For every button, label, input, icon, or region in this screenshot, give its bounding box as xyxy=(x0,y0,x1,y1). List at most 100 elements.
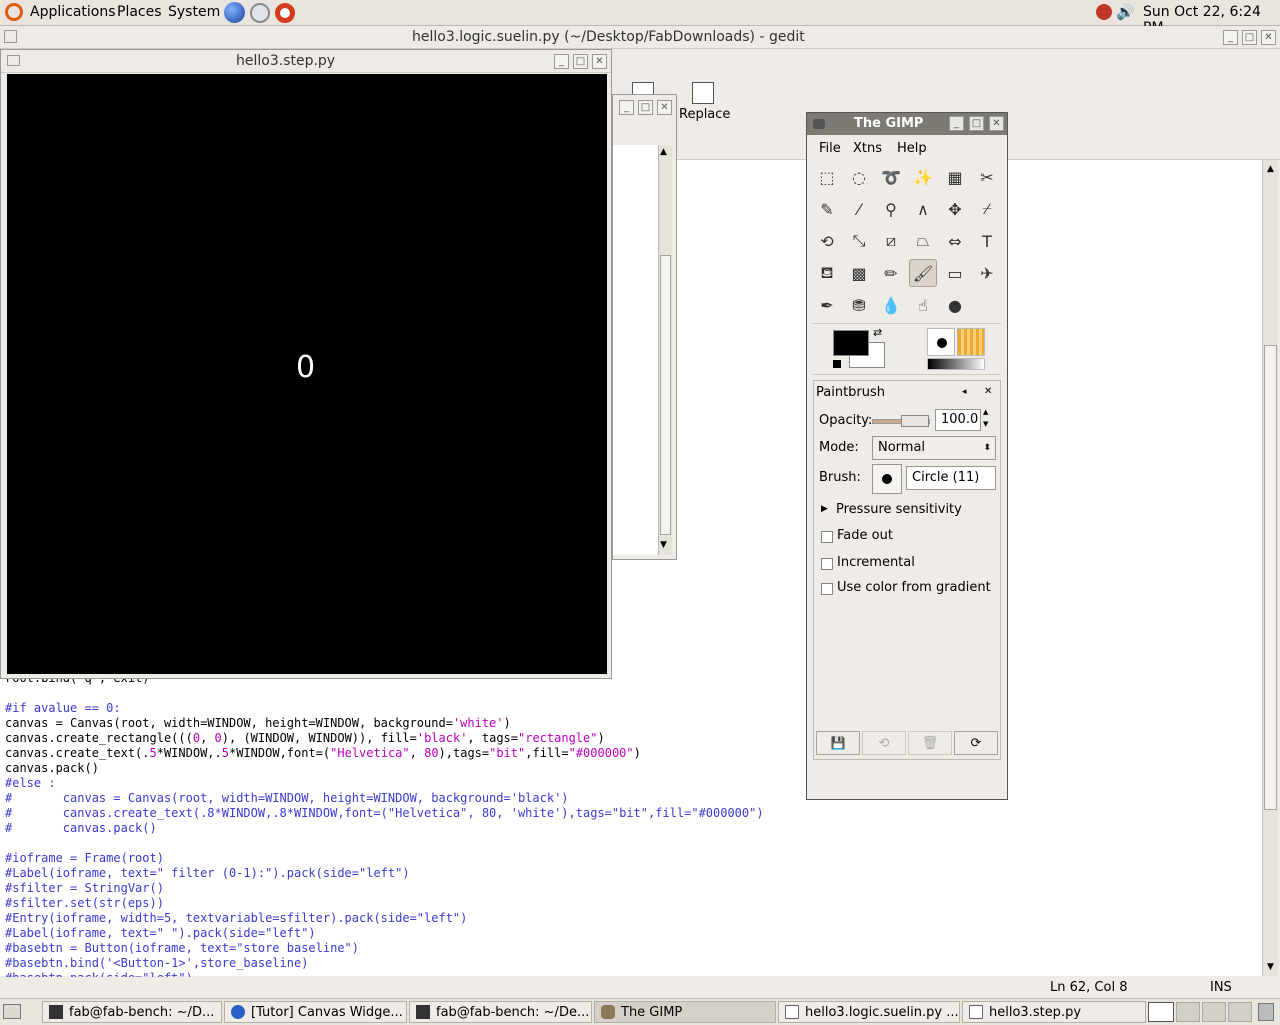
gimp-menu-xtns[interactable]: Xtns xyxy=(853,141,882,156)
step-close-button[interactable]: ✕ xyxy=(592,54,607,69)
trash-icon[interactable] xyxy=(1258,1003,1274,1021)
scroll-down-arrow-icon[interactable]: ▼ xyxy=(1264,960,1277,973)
scissors-tool-icon[interactable]: ✂ xyxy=(973,163,1001,191)
panel-menu-icon[interactable]: ◂ xyxy=(962,387,967,397)
taskbar-button[interactable]: The GIMP xyxy=(594,1001,776,1023)
gedit-close-button[interactable]: ✕ xyxy=(1261,30,1276,45)
panel-close-icon[interactable]: ✕ xyxy=(984,386,992,397)
taskbar-button[interactable]: [Tutor] Canvas Widge... xyxy=(224,1001,407,1023)
shear-tool-icon[interactable]: ⧄ xyxy=(877,227,905,255)
smudge-tool-icon[interactable]: ☝ xyxy=(909,291,937,319)
gimp-menu-file[interactable]: File xyxy=(819,141,841,156)
default-colors-icon[interactable] xyxy=(833,360,841,368)
mode-select[interactable]: Normal ⬍ xyxy=(872,436,996,460)
taskbar-button[interactable]: fab@fab-bench: ~/De... xyxy=(409,1001,592,1023)
ubuntu-logo-icon[interactable] xyxy=(5,3,23,21)
airbrush-tool-icon[interactable]: ✈ xyxy=(973,259,1001,287)
flip-tool-icon[interactable]: ⇔ xyxy=(941,227,969,255)
blur-tool-icon[interactable]: 💧 xyxy=(877,291,905,319)
dialog-scroll-thumb[interactable] xyxy=(660,255,671,535)
pressure-sensitivity-expander[interactable]: Pressure sensitivity xyxy=(836,502,962,517)
perspective-tool-icon[interactable]: ⏢ xyxy=(909,227,937,255)
clone-tool-icon[interactable]: ⛃ xyxy=(845,291,873,319)
workspace-4[interactable] xyxy=(1228,1002,1252,1022)
taskbar-button[interactable]: hello3.step.py xyxy=(962,1001,1146,1023)
replace-button[interactable]: Replace xyxy=(679,107,730,122)
reset-options-icon[interactable]: ⟳ xyxy=(954,731,998,755)
update-notifier-icon[interactable] xyxy=(1096,4,1112,20)
web-browser-icon[interactable] xyxy=(224,2,245,23)
dialog-scroll-down-icon[interactable]: ▼ xyxy=(660,540,667,550)
expander-arrow-icon[interactable]: ▶ xyxy=(821,504,828,514)
delete-options-icon[interactable]: 🗑 xyxy=(908,731,952,755)
gimp-close-button[interactable]: ✕ xyxy=(989,116,1004,131)
gedit-minimize-button[interactable]: _ xyxy=(1223,30,1238,45)
step-window-menu-icon[interactable] xyxy=(7,55,20,66)
taskbar-button[interactable]: fab@fab-bench: ~/D... xyxy=(42,1001,222,1023)
step-minimize-button[interactable]: _ xyxy=(554,54,569,69)
opacity-input[interactable]: 100.0 xyxy=(935,409,981,431)
help-lifebuoy-icon[interactable] xyxy=(275,3,295,23)
ink-tool-icon[interactable]: ✒ xyxy=(813,291,841,319)
bucket-fill-tool-icon[interactable]: ⛾ xyxy=(813,259,841,287)
incremental-checkbox[interactable] xyxy=(821,558,833,570)
measure-tool-icon[interactable]: ∧ xyxy=(909,195,937,223)
color-picker-tool-icon[interactable]: ⁄ xyxy=(845,195,873,223)
save-options-icon[interactable]: 💾 xyxy=(816,731,860,755)
volume-icon[interactable]: 🔊 xyxy=(1116,3,1135,21)
scrollbar-thumb[interactable] xyxy=(1264,345,1277,810)
pencil-tool-icon[interactable]: ✏ xyxy=(877,259,905,287)
step-maximize-button[interactable]: □ xyxy=(573,54,588,69)
swap-colors-icon[interactable]: ⇄ xyxy=(873,326,882,339)
gimp-minimize-button[interactable]: _ xyxy=(949,116,964,131)
select-by-color-tool-icon[interactable]: ▦ xyxy=(941,163,969,191)
places-menu[interactable]: Places xyxy=(117,4,162,20)
dialog-close-button[interactable]: ✕ xyxy=(657,100,672,115)
workspace-2[interactable] xyxy=(1176,1002,1200,1022)
rotate-tool-icon[interactable]: ⟲ xyxy=(813,227,841,255)
dialog-scroll-up-icon[interactable]: ▲ xyxy=(660,147,667,157)
text-tool-icon[interactable]: T xyxy=(973,227,1001,255)
ellipse-select-tool-icon[interactable]: ◌ xyxy=(845,163,873,191)
eraser-tool-icon[interactable]: ▭ xyxy=(941,259,969,287)
foreground-color-swatch[interactable] xyxy=(833,330,869,356)
tk-canvas[interactable]: 0 xyxy=(7,74,607,674)
opacity-slider[interactable] xyxy=(872,415,930,427)
opacity-spin-up-icon[interactable]: ▲ xyxy=(983,408,988,416)
brush-preview[interactable] xyxy=(927,328,955,356)
gedit-text-area[interactable]: root.bind('q', exit)#if avalue == 0:canv… xyxy=(0,671,1262,985)
opacity-spin-down-icon[interactable]: ▼ xyxy=(983,420,988,428)
use-gradient-checkbox[interactable] xyxy=(821,583,833,595)
rect-select-tool-icon[interactable]: ⬚ xyxy=(813,163,841,191)
gradient-preview[interactable] xyxy=(927,358,985,370)
step-window-titlebar[interactable]: hello3.step.py _ □ ✕ xyxy=(1,50,611,73)
replace-icon[interactable] xyxy=(692,82,714,104)
gimp-titlebar[interactable]: The GIMP _ □ ✕ xyxy=(807,113,1007,135)
fade-out-checkbox[interactable] xyxy=(821,531,833,543)
evolution-mail-icon[interactable] xyxy=(250,3,270,23)
workspace-switcher[interactable] xyxy=(1148,1002,1174,1022)
use-gradient-label[interactable]: Use color from gradient xyxy=(837,580,991,595)
dodge-burn-tool-icon[interactable]: ● xyxy=(941,291,969,319)
blend-tool-icon[interactable]: ▩ xyxy=(845,259,873,287)
paths-tool-icon[interactable]: ✎ xyxy=(813,195,841,223)
incremental-label[interactable]: Incremental xyxy=(837,555,915,570)
taskbar-button[interactable]: hello3.logic.suelin.py ... xyxy=(778,1001,960,1023)
zoom-tool-icon[interactable]: ⚲ xyxy=(877,195,905,223)
fuzzy-select-tool-icon[interactable]: ✨ xyxy=(909,163,937,191)
scroll-up-arrow-icon[interactable]: ▲ xyxy=(1264,162,1277,175)
gimp-window-icon[interactable] xyxy=(813,119,825,129)
gedit-maximize-button[interactable]: □ xyxy=(1242,30,1257,45)
brush-button[interactable] xyxy=(872,464,902,494)
dialog-scrollbar[interactable]: ▲ ▼ xyxy=(658,145,672,555)
pattern-preview[interactable] xyxy=(957,328,985,356)
system-menu[interactable]: System xyxy=(168,4,220,20)
gedit-vertical-scrollbar[interactable]: ▲ ▼ xyxy=(1262,160,1278,976)
brush-name-field[interactable]: Circle (11) xyxy=(906,466,996,490)
gimp-menu-help[interactable]: Help xyxy=(897,141,927,156)
show-desktop-icon[interactable] xyxy=(3,1004,21,1019)
dialog-minimize-button[interactable]: _ xyxy=(619,100,634,115)
dialog-maximize-button[interactable]: □ xyxy=(638,100,653,115)
gimp-maximize-button[interactable]: □ xyxy=(969,116,984,131)
scale-tool-icon[interactable]: ⤡ xyxy=(845,227,873,255)
